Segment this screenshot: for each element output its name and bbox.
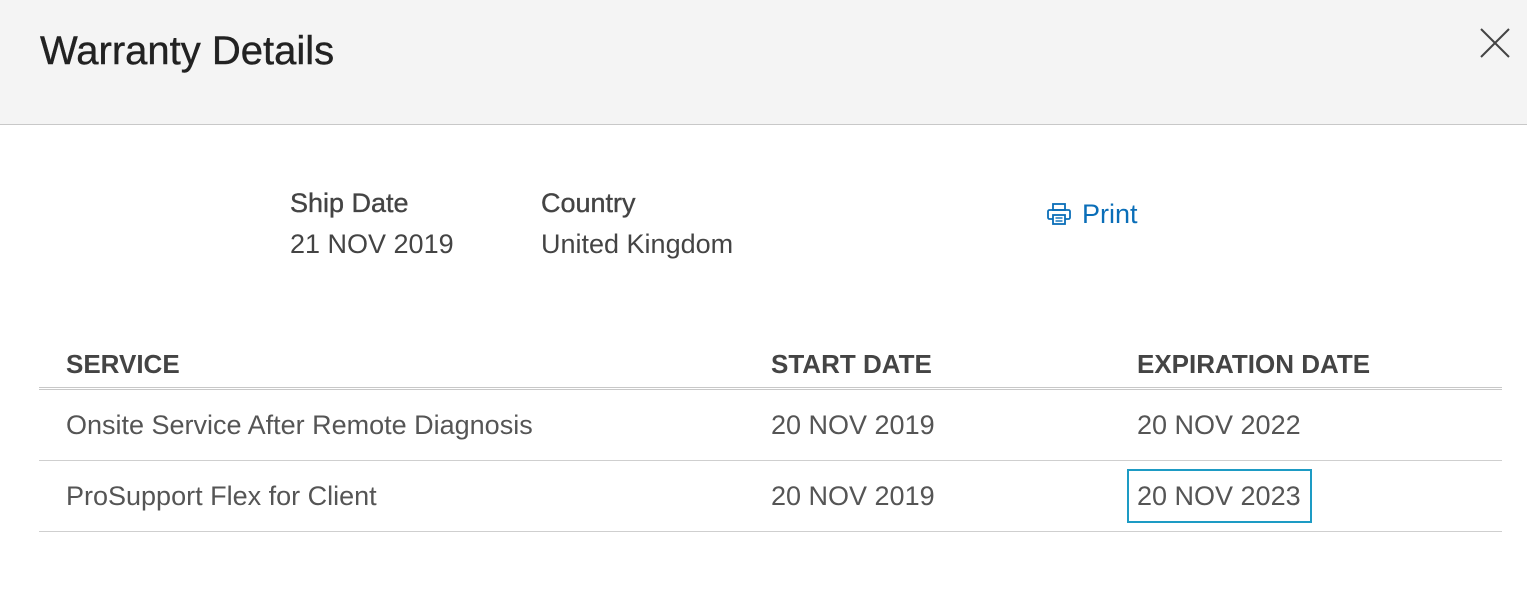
highlighted-expiration-date: 20 NOV 2023 xyxy=(1127,469,1312,523)
country-label: Country xyxy=(541,188,636,218)
ship-date-block: Ship Date 21 NOV 2019 xyxy=(290,186,454,261)
close-button[interactable] xyxy=(1478,26,1512,60)
service-cell: ProSupport Flex for Client xyxy=(39,460,771,532)
warranty-table: SERVICE START DATE EXPIRATION DATE Onsit… xyxy=(39,340,1502,532)
expiration-date-cell: 20 NOV 2022 xyxy=(1137,388,1502,461)
close-icon xyxy=(1480,28,1510,58)
start-date-cell: 20 NOV 2019 xyxy=(771,460,1137,532)
column-header-start-date: START DATE xyxy=(771,340,1137,390)
table-header-row: SERVICE START DATE EXPIRATION DATE xyxy=(39,340,1502,390)
table-row: Onsite Service After Remote Diagnosis 20… xyxy=(39,388,1502,461)
country-value: United Kingdom xyxy=(541,229,734,259)
column-header-expiration-date: EXPIRATION DATE xyxy=(1137,340,1502,390)
service-cell: Onsite Service After Remote Diagnosis xyxy=(39,388,771,461)
ship-date-label: Ship Date xyxy=(290,188,409,218)
table-row: ProSupport Flex for Client 20 NOV 2019 2… xyxy=(39,460,1502,532)
warranty-details-modal: Warranty Details Ship Date 21 NOV 2019 C… xyxy=(0,0,1527,589)
print-link[interactable]: Print xyxy=(1046,197,1138,231)
start-date-cell: 20 NOV 2019 xyxy=(771,388,1137,461)
modal-title: Warranty Details xyxy=(40,29,335,73)
country-block: Country United Kingdom xyxy=(541,186,733,261)
expiration-date-cell-highlighted: 20 NOV 2023 xyxy=(1127,460,1502,532)
printer-icon xyxy=(1047,203,1071,225)
modal-header: Warranty Details xyxy=(0,0,1527,125)
print-label: Print xyxy=(1082,199,1138,229)
ship-date-value: 21 NOV 2019 xyxy=(290,229,454,259)
column-header-service: SERVICE xyxy=(39,340,771,390)
